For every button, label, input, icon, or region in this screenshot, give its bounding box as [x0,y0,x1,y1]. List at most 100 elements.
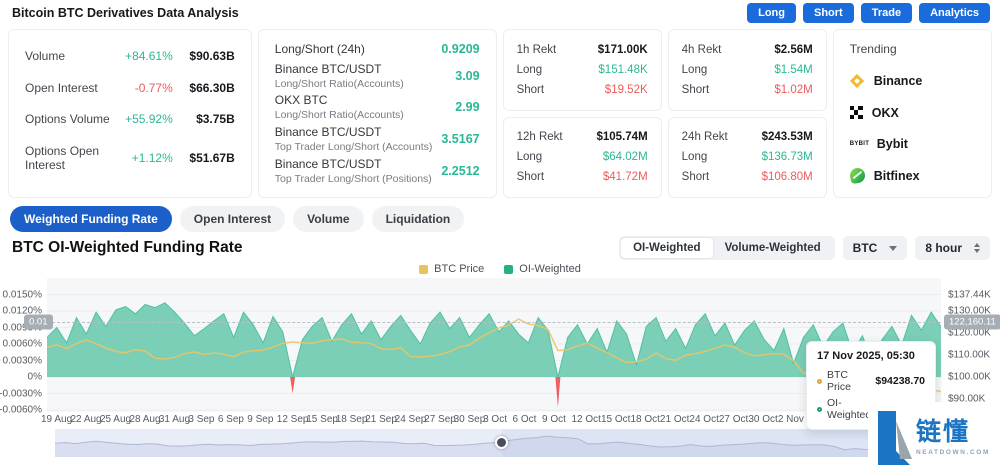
tab-liquidation[interactable]: Liquidation [372,206,465,232]
rekt-long-label: Long [682,151,708,163]
stat-value: $90.63B [173,49,235,63]
trending-item-label: OKX [872,106,899,120]
navigator-handle[interactable] [495,436,508,449]
trending-item-binance[interactable]: Binance [850,73,975,88]
volume-weighted-option[interactable]: Volume-Weighted [713,238,833,258]
legend-item-btc-price[interactable]: BTC Price [419,263,484,275]
ratio-sublabel: Long/Short Ratio(Accounts) [275,109,404,121]
trending-item-bybit[interactable]: BYBIT Bybit [850,137,975,151]
tooltip-value: $94238.70 [875,375,925,387]
trending-card: Trending Binance OKX BYBIT Bybit Bitfine… [833,29,992,198]
trade-button[interactable]: Trade [861,3,912,23]
stat-label: Options Volume [25,112,110,126]
x-axis-tick-label: 3 Sep [188,414,214,425]
symbol-select[interactable]: BTC [843,236,908,260]
rekt-long-label: Long [682,64,708,76]
trending-title: Trending [850,42,975,56]
x-axis-tick-label: 12 Oct [572,414,601,425]
x-axis-tick-label: 30 Oct [748,414,777,425]
tooltip-row: BTC Price $94238.70 [817,369,925,393]
legend-item-oi-weighted[interactable]: OI-Weighted [504,263,581,275]
ratio-value: 3.09 [455,69,479,83]
x-axis-tick-label: 24 Sep [395,414,427,425]
y-axis-left-label: 0% [0,372,42,383]
x-axis-tick-label: 6 Sep [218,414,244,425]
stat-row: Open Interest -0.77%$66.30B [25,81,235,95]
y-axis-left-label: -0.0030% [0,388,42,399]
stats-cards-row: Volume +84.61%$90.63B Open Interest -0.7… [8,29,992,198]
stat-value: $3.75B [173,112,235,126]
x-axis-tick-label: 31 Aug [159,414,190,425]
bitfinex-icon [849,167,866,184]
stat-label: Options Open Interest [25,144,132,172]
trending-item-label: Bitfinex [874,169,920,183]
rekt-short-label: Short [682,84,710,96]
chart-legend: BTC Price OI-Weighted [0,263,1000,275]
rekt-title: 24h Rekt [682,131,728,143]
btc-price-marker-icon [817,379,822,384]
watermark-logo-icon [872,407,916,469]
ratio-label: Binance BTC/USDT [275,157,432,172]
analytics-button[interactable]: Analytics [919,3,990,23]
rekt-title: 12h Rekt [517,131,563,143]
trending-item-label: Binance [874,74,923,88]
tab-volume[interactable]: Volume [293,206,363,232]
stat-label: Volume [25,49,65,63]
ratio-label: OKX BTC [275,93,404,108]
x-axis-tick-label: 15 Sep [306,414,338,425]
long-button[interactable]: Long [747,3,796,23]
ratio-row: Long/Short (24h) 0.9209 [275,40,480,58]
rekt-long-value: $151.48K [598,64,647,76]
x-axis-tick-label: 30 Sep [454,414,486,425]
interval-select[interactable]: 8 hour [915,236,990,260]
trending-item-okx[interactable]: OKX [850,106,975,120]
x-axis-tick-label: 15 Oct [601,414,630,425]
tab-open-interest[interactable]: Open Interest [180,206,285,232]
ratio-label: Binance BTC/USDT [275,62,404,77]
x-axis-tick-label: 19 Aug [41,414,72,425]
stat-change: -0.77% [135,81,173,95]
oi-weighted-option[interactable]: OI-Weighted [621,238,713,258]
long-short-ratio-card: Long/Short (24h) 0.9209 Binance BTC/USDT… [258,29,497,198]
x-axis-tick-label: 9 Sep [247,414,273,425]
binance-icon [850,73,865,88]
watermark-domain: NEATDOWN.COM [916,449,990,456]
x-axis-tick-label: 9 Oct [542,414,566,425]
chart-title: BTC OI-Weighted Funding Rate [12,239,242,257]
crosshair-right-badge: 122,160.11 [944,315,1000,330]
ratio-label: Long/Short (24h) [275,42,365,56]
y-axis-right-label: $137.44K [948,289,991,300]
rekt-title: 1h Rekt [517,44,557,56]
ratio-sublabel: Top Trader Long/Short (Positions) [275,173,432,185]
rekt-short-label: Short [682,171,710,183]
rekt-total: $2.56M [774,44,812,56]
ratio-value: 0.9209 [441,42,479,56]
rekt-card-4h: 4h Rekt$2.56M Long$1.54M Short$1.02M [668,29,827,111]
okx-icon [850,106,863,119]
x-axis-tick-label: 28 Aug [129,414,160,425]
x-axis-tick-label: 6 Oct [513,414,537,425]
rekt-total: $243.53M [762,131,813,143]
stat-row: Options Volume +55.92%$3.75B [25,112,235,126]
stat-change: +1.12% [132,151,173,165]
short-button[interactable]: Short [803,3,854,23]
x-axis-tick-label: 12 Sep [277,414,309,425]
tab-weighted-funding-rate[interactable]: Weighted Funding Rate [10,206,172,232]
rekt-long-label: Long [517,64,543,76]
chart-navigator[interactable] [55,429,988,457]
x-axis-tick-label: 21 Oct [660,414,689,425]
ratio-sublabel: Long/Short Ratio(Accounts) [275,78,404,90]
navigator-canvas [55,429,988,457]
x-axis-tick-label: 2 Nov [778,414,804,425]
x-axis-tick-label: 3 Oct [483,414,507,425]
rekt-total: $171.00K [598,44,648,56]
interval-select-value: 8 hour [925,241,962,255]
trending-item-bitfinex[interactable]: Bitfinex [850,168,975,183]
x-axis-tick-label: 18 Sep [336,414,368,425]
stat-row: Volume +84.61%$90.63B [25,49,235,63]
y-axis-left-label: 0.0060% [0,339,42,350]
rekt-short-value: $19.52K [605,84,648,96]
x-axis-tick-label: 22 Aug [70,414,101,425]
stepper-icon [974,243,980,253]
rekt-card-12h: 12h Rekt$105.74M Long$64.02M Short$41.72… [503,117,662,199]
